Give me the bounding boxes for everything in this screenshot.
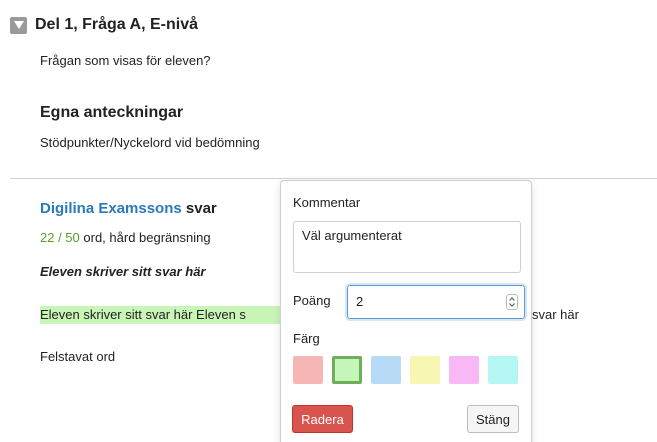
close-button[interactable]: Stäng	[467, 405, 519, 433]
student-name-link[interactable]: Digilina Examssons	[40, 200, 182, 217]
section-title: Del 1, Fråga A, E-nivå	[35, 16, 199, 33]
color-swatch-red[interactable]	[293, 356, 323, 384]
color-label: Färg	[293, 331, 320, 346]
comment-label: Kommentar	[293, 195, 361, 210]
divider	[10, 178, 657, 179]
answer-title: Digilina Examssons svar	[40, 200, 217, 217]
color-swatch-blue[interactable]	[371, 356, 401, 384]
collapse-toggle-icon[interactable]	[10, 16, 27, 34]
annotation-popover: Kommentar Väl argumenterat Poäng 2 Färg …	[280, 180, 532, 442]
answer-title-suffix: svar	[185, 200, 217, 217]
question-text: Frågan som visas för eleven?	[40, 53, 211, 68]
delete-button[interactable]: Radera	[292, 405, 353, 433]
notes-text: Stödpunkter/Nyckelord vid bedömning	[40, 135, 260, 150]
notes-heading: Egna anteckningar	[40, 104, 184, 121]
color-swatch-cyan[interactable]	[488, 356, 518, 384]
color-swatch-yellow[interactable]	[410, 356, 440, 384]
points-input[interactable]: 2	[347, 285, 525, 319]
spinner-arrows-icon[interactable]	[506, 294, 518, 310]
section-header: Del 1, Fråga A, E-nivå	[10, 16, 198, 34]
misspelled-word-text[interactable]: Felstavat ord	[40, 349, 115, 364]
highlighted-answer-text[interactable]: Eleven skriver sitt svar här Eleven s	[40, 306, 282, 324]
word-count-label: ord, hård begränsning	[83, 230, 211, 245]
word-count: 22 / 50 ord, hård begränsning	[40, 230, 211, 245]
answer-text-tail: svar här	[532, 307, 579, 322]
points-label: Poäng	[293, 293, 331, 308]
word-count-value: 22 / 50	[40, 230, 80, 245]
color-swatch-pink[interactable]	[449, 356, 479, 384]
comment-textarea[interactable]: Väl argumenterat	[293, 221, 521, 273]
color-swatch-green[interactable]	[332, 356, 362, 384]
points-value: 2	[356, 294, 364, 309]
answer-italic-text: Eleven skriver sitt svar här	[40, 264, 206, 279]
